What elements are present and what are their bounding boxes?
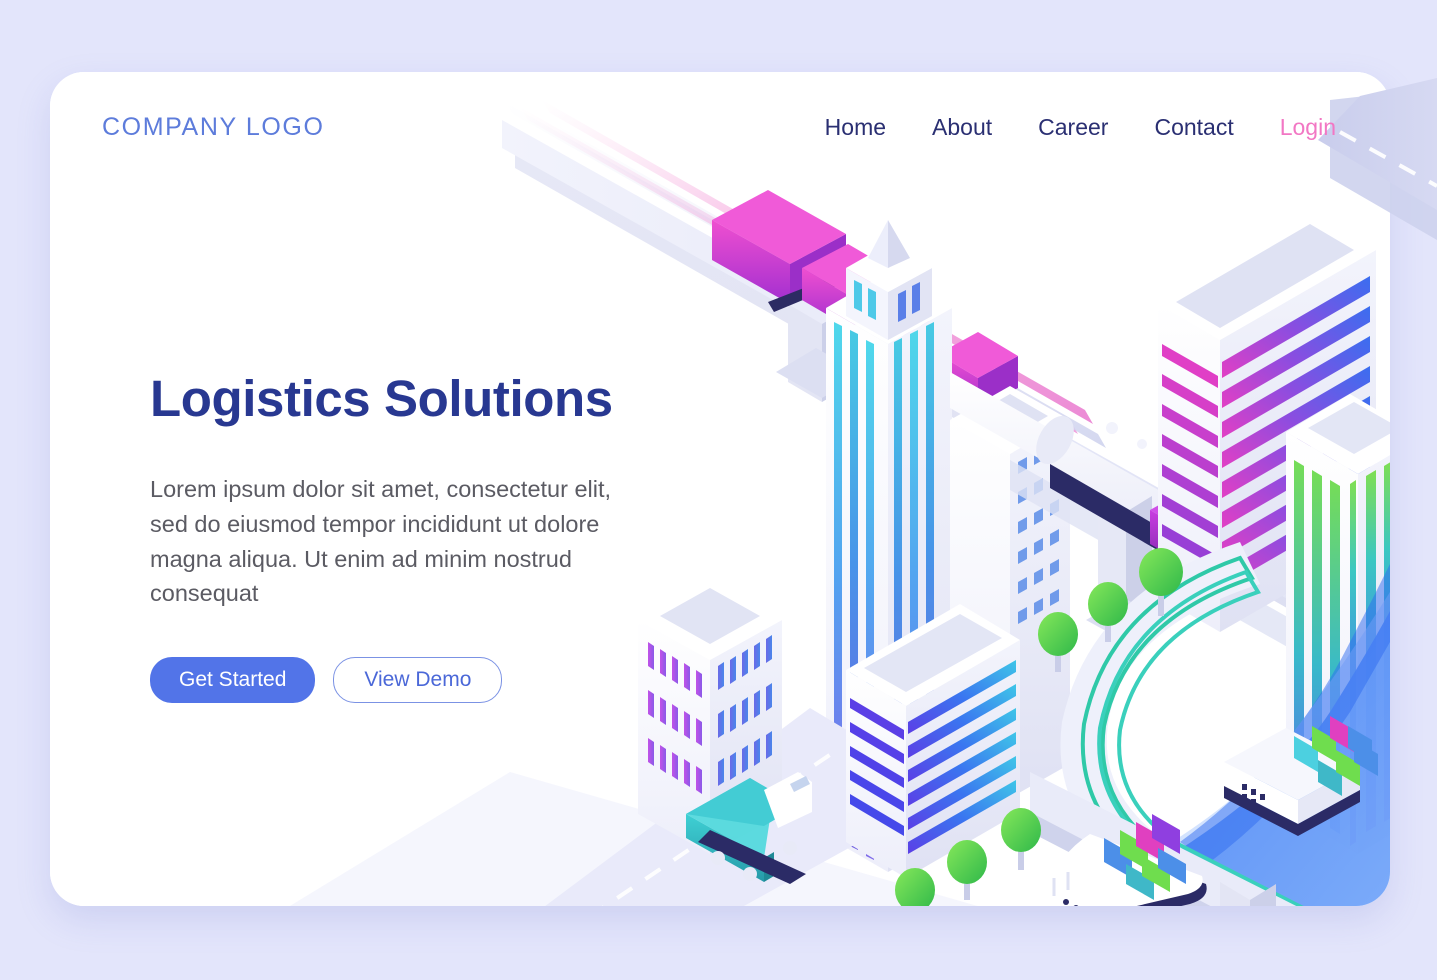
port-dock <box>1224 716 1378 836</box>
trees <box>895 548 1183 906</box>
monorail-deck <box>1010 460 1390 706</box>
cargo-truck-upper-1 <box>712 190 856 312</box>
teal-semi-truck <box>686 772 812 884</box>
purple-train <box>1050 464 1254 592</box>
nav-link-home[interactable]: Home <box>825 114 886 141</box>
nav-link-login[interactable]: Login <box>1280 114 1336 141</box>
main-navigation: Home About Career Contact Login <box>825 114 1336 141</box>
hero-card: COMPANY LOGO Home About Career Contact L… <box>50 72 1390 906</box>
monorail-tube <box>950 372 1390 658</box>
curved-highway-deck <box>1060 542 1304 906</box>
nav-link-career[interactable]: Career <box>1038 114 1108 141</box>
cargo-truck-upper-2 <box>802 244 896 328</box>
street-road-left <box>545 708 950 906</box>
magenta-stripe-building <box>1158 214 1376 632</box>
blue-river <box>1081 563 1390 906</box>
cyan-window-tower <box>950 386 1070 798</box>
hero-title: Logistics Solutions <box>150 370 613 427</box>
hero-actions: Get Started View Demo <box>150 657 680 704</box>
ground-band <box>289 772 978 906</box>
hero-description: Lorem ipsum dolor sit amet, consectetur … <box>150 476 612 607</box>
site-header: COMPANY LOGO Home About Career Contact L… <box>50 72 1390 182</box>
get-started-button[interactable]: Get Started <box>150 657 316 704</box>
cargo-ship <box>1042 814 1207 906</box>
view-demo-button[interactable]: View Demo <box>333 657 503 704</box>
cargo-truck-mid <box>938 332 1018 410</box>
nav-link-about[interactable]: About <box>932 114 992 141</box>
company-logo[interactable]: COMPANY LOGO <box>102 113 324 142</box>
blue-stripe-building <box>846 604 1020 878</box>
skyscraper-pyramid <box>826 220 952 872</box>
hero-content: Logistics Solutions Lorem ipsum dolor si… <box>150 370 680 704</box>
nav-link-contact[interactable]: Contact <box>1154 114 1233 141</box>
elevated-highway-lower <box>1030 772 1297 906</box>
green-gradient-tower <box>1286 394 1390 854</box>
